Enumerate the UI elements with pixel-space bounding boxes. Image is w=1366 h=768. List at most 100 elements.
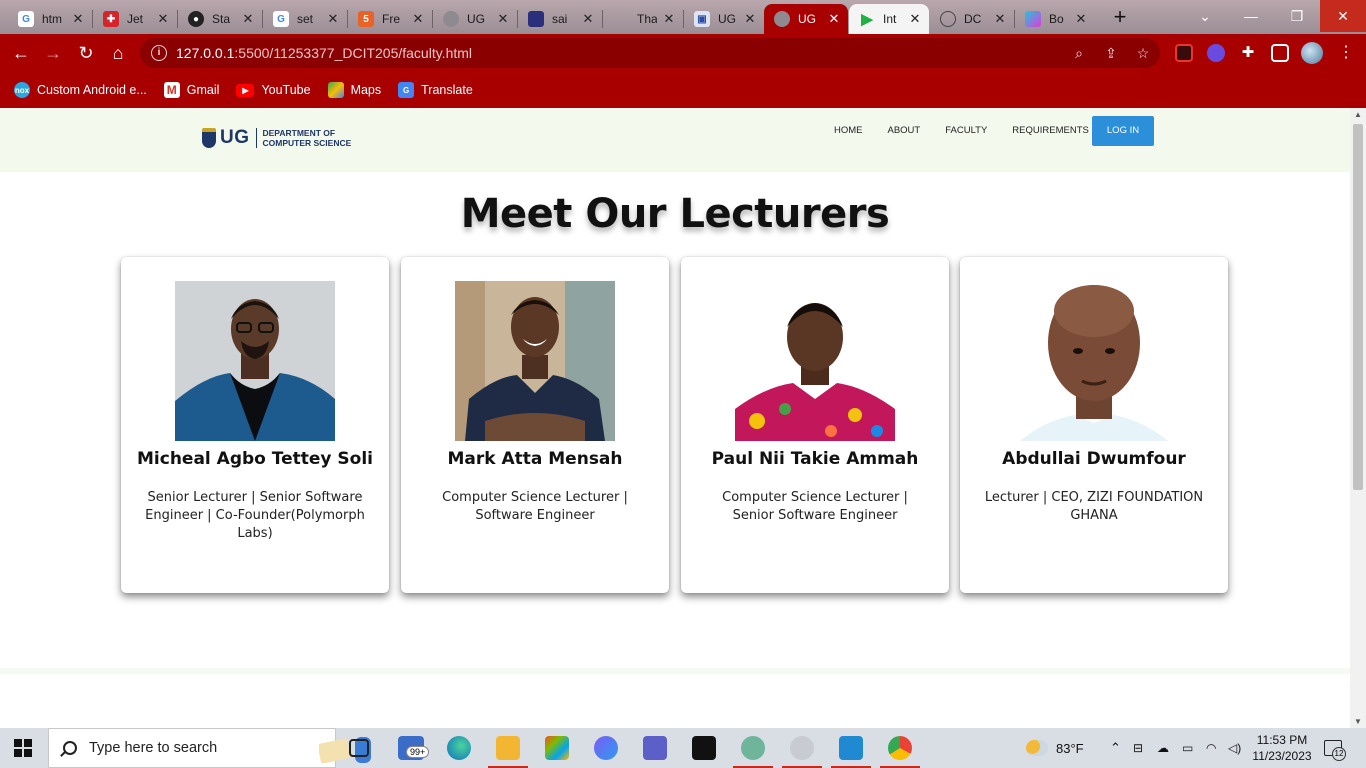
translate-icon: G	[398, 82, 415, 98]
mail-badge: 99+	[406, 746, 430, 758]
share-icon[interactable]: ⇪	[1102, 44, 1120, 62]
scroll-down-icon[interactable]: ▼	[1354, 717, 1362, 726]
vscode-icon[interactable]	[831, 736, 871, 768]
bookmark-item[interactable]: G Translate	[398, 82, 473, 98]
page-title: Meet Our Lecturers	[460, 191, 890, 237]
bookmark-item[interactable]: Maps	[327, 82, 381, 98]
volume-icon[interactable]: ◁)	[1228, 728, 1241, 768]
bookmarks-bar: nox Custom Android e... M Gmail ▶ YouTub…	[0, 72, 1366, 108]
bookmark-item[interactable]: nox Custom Android e...	[14, 82, 147, 98]
profile-avatar[interactable]	[1301, 42, 1323, 64]
extension-icon[interactable]	[1207, 44, 1225, 62]
windows-taskbar: Type here to search 99+ 83°F ⌃ ⊟ ☁ ▭ ◠ ◁…	[0, 728, 1366, 768]
lecturer-role: Computer Science Lecturer | Senior Softw…	[722, 490, 908, 523]
google-icon: G	[18, 11, 34, 27]
onedrive-icon[interactable]: ☁	[1157, 728, 1169, 768]
browser-tab[interactable]: G set ✕	[263, 4, 347, 34]
wifi-icon[interactable]: ◠	[1206, 728, 1216, 768]
chrome-icon[interactable]	[880, 736, 920, 768]
close-tab-icon[interactable]: ✕	[907, 11, 923, 27]
chatgpt-icon[interactable]	[733, 736, 773, 768]
network-devices-icon[interactable]: ⊟	[1133, 728, 1143, 768]
lecturer-role: Computer Science Lecturer | Software Eng…	[442, 490, 628, 523]
nav-requirements[interactable]: REQUIREMENTS	[1012, 125, 1089, 137]
browser-toolbar: ← → ↻ ⌂ i 127.0.0.1:5500/11253377_DCIT20…	[0, 34, 1366, 72]
bookmark-item[interactable]: ▶ YouTube	[236, 83, 311, 97]
close-tab-icon[interactable]: ✕	[410, 11, 426, 27]
figma-icon[interactable]	[692, 736, 716, 760]
lecturer-photo	[735, 281, 895, 441]
edge-icon[interactable]	[447, 736, 471, 760]
youtube-icon: ▶	[236, 83, 255, 97]
notification-center-icon[interactable]: 12	[1324, 740, 1346, 761]
lecturer-photo	[1014, 281, 1174, 441]
nav-about[interactable]: ABOUT	[888, 125, 921, 137]
url-text[interactable]: 127.0.0.1:5500/11253377_DCIT205/faculty.…	[176, 45, 472, 61]
restore-icon[interactable]: ❐	[1274, 0, 1320, 32]
close-tab-icon[interactable]: ✕	[992, 11, 1008, 27]
login-button[interactable]: LOG IN	[1092, 116, 1154, 146]
close-tab-icon[interactable]: ✕	[155, 11, 171, 27]
nav-faculty[interactable]: FACULTY	[945, 125, 987, 137]
minimize-icon[interactable]: —	[1228, 0, 1274, 32]
browser-tab[interactable]: sai ✕	[518, 4, 602, 34]
scroll-up-icon[interactable]: ▲	[1354, 110, 1362, 119]
bookmark-star-icon[interactable]: ☆	[1134, 44, 1152, 62]
menu-kebab-icon[interactable]: ⋮	[1338, 42, 1354, 62]
tab-search-icon[interactable]: ⌄	[1182, 0, 1228, 32]
browser-tab[interactable]: G htm ✕	[8, 4, 92, 34]
copilot-icon[interactable]	[594, 736, 618, 760]
system-clock[interactable]: 11:53 PM 11/23/2023	[1246, 732, 1318, 764]
browser-tab-active[interactable]: UG ✕	[764, 4, 848, 34]
close-tab-icon[interactable]: ✕	[661, 11, 677, 27]
close-window-icon[interactable]: ✕	[1320, 0, 1366, 32]
lecturer-name: Abdullai Dwumfour	[1002, 449, 1186, 469]
bookmark-item[interactable]: M Gmail	[163, 82, 219, 98]
nav-home[interactable]: HOME	[834, 125, 863, 137]
ug-logo[interactable]: UG DEPARTMENT OF COMPUTER SCIENCE	[202, 127, 351, 149]
battery-icon[interactable]: ▭	[1182, 728, 1193, 768]
file-explorer-icon[interactable]	[488, 736, 528, 768]
store-icon[interactable]	[545, 736, 569, 760]
close-tab-icon[interactable]: ✕	[70, 11, 86, 27]
close-tab-icon[interactable]: ✕	[826, 11, 842, 27]
page-scrollbar[interactable]: ▲ ▼	[1350, 108, 1366, 728]
close-tab-icon[interactable]: ✕	[580, 11, 596, 27]
weather-widget[interactable]: 83°F	[1026, 728, 1084, 768]
browser-tab[interactable]: ● Sta ✕	[178, 4, 262, 34]
browser-tab[interactable]: Tha ✕	[603, 4, 683, 34]
reload-icon[interactable]: ↻	[75, 42, 97, 64]
zoom-icon[interactable]: ⌕	[1070, 44, 1088, 62]
scrollbar-thumb[interactable]	[1353, 124, 1363, 490]
close-tab-icon[interactable]: ✕	[495, 11, 511, 27]
close-tab-icon[interactable]: ✕	[1073, 11, 1089, 27]
new-tab-icon[interactable]: +	[1108, 6, 1132, 30]
browser-tab[interactable]: DC ✕	[930, 4, 1014, 34]
browser-tab[interactable]: ▶ Int ✕	[849, 4, 929, 34]
home-icon[interactable]: ⌂	[107, 42, 129, 64]
extensions-puzzle-icon[interactable]: ✚	[1237, 42, 1259, 64]
browser-tab[interactable]: Bo ✕	[1015, 4, 1095, 34]
address-bar[interactable]: i 127.0.0.1:5500/11253377_DCIT205/facult…	[140, 38, 1160, 68]
close-tab-icon[interactable]: ✕	[240, 11, 256, 27]
close-tab-icon[interactable]: ✕	[742, 11, 758, 27]
close-tab-icon[interactable]: ✕	[325, 11, 341, 27]
windows-start-icon[interactable]	[14, 739, 32, 757]
browser-tab[interactable]: 5 Fre ✕	[348, 4, 432, 34]
site-info-icon[interactable]: i	[151, 45, 167, 61]
forward-icon[interactable]: →	[42, 42, 64, 64]
html5-icon: 5	[358, 11, 374, 27]
lecturer-photo	[175, 281, 335, 441]
extension-icon[interactable]	[1175, 44, 1193, 62]
show-hidden-icons[interactable]: ⌃	[1110, 728, 1121, 768]
browser-tab[interactable]: ▣ UG ✕	[684, 4, 764, 34]
side-panel-icon[interactable]	[1271, 44, 1289, 62]
task-view-icon[interactable]	[349, 739, 369, 757]
back-icon[interactable]: ←	[10, 42, 32, 64]
browser-tab[interactable]: ✚ Jet ✕	[93, 4, 177, 34]
browser-tab[interactable]: UG ✕	[433, 4, 517, 34]
lecturer-card: Paul Nii Takie Ammah Computer Science Le…	[681, 257, 949, 593]
settings-gear-icon[interactable]	[782, 736, 822, 768]
taskbar-search[interactable]: Type here to search	[48, 728, 371, 768]
teams-icon[interactable]	[643, 736, 667, 760]
